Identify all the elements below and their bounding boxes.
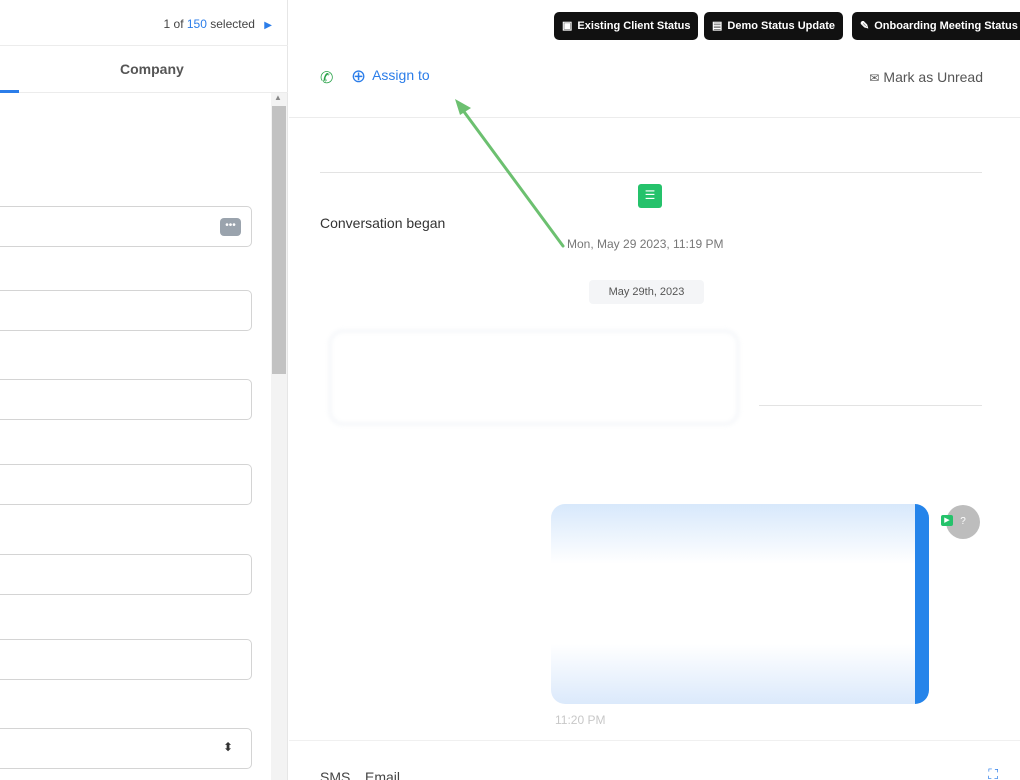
plus-circle-icon: ⊕ bbox=[351, 66, 367, 86]
contact-card-icon: ▣ bbox=[562, 20, 573, 32]
conversation-panel: ▣ Existing Client Status ▤ Demo Status Upd… bbox=[289, 0, 1020, 780]
selection-index: 1 bbox=[163, 17, 171, 31]
demo-status-update-button[interactable]: ▤ Demo Status Update bbox=[704, 12, 843, 40]
mark-as-unread-label: Mark as Unread bbox=[883, 69, 983, 85]
app-root: 1 of 150 selected ▶ Company ••• ⬍ ▲ ▣ Ex… bbox=[0, 0, 1020, 780]
selection-bar: 1 of 150 selected ▶ bbox=[0, 0, 288, 46]
id-card-icon: ▤ bbox=[712, 20, 723, 32]
selection-of: of bbox=[173, 17, 184, 31]
status-buttons-bar: ▣ Existing Client Status ▤ Demo Status Upd… bbox=[289, 0, 1020, 46]
caret-right-icon[interactable]: ▶ bbox=[264, 20, 272, 31]
message-composer: SMS Email ⛶ bbox=[289, 740, 1020, 780]
blurred-email-frame bbox=[329, 330, 739, 425]
more-options-icon[interactable]: ••• bbox=[220, 218, 241, 236]
status-button-label: Demo Status Update bbox=[727, 20, 835, 32]
envelope-icon: ✉ bbox=[869, 71, 880, 85]
divider bbox=[320, 172, 982, 173]
active-tab-indicator bbox=[0, 90, 19, 93]
conversation-began-date: Mon, May 29 2023, 11:19 PM bbox=[567, 237, 724, 251]
message-timestamp: 11:20 PM bbox=[555, 713, 606, 727]
onboarding-meeting-status-button[interactable]: ✎ Onboarding Meeting Status bbox=[852, 12, 1020, 40]
scrollbar-thumb[interactable] bbox=[272, 106, 286, 374]
form-field-3[interactable] bbox=[0, 379, 252, 420]
scroll-up-arrow-icon[interactable]: ▲ bbox=[274, 93, 282, 102]
conversation-actions-bar: ✆ ⊕ Assign to ✉ Mark as Unread bbox=[289, 46, 1020, 118]
mark-as-unread-button[interactable]: ✉ Mark as Unread bbox=[869, 69, 983, 85]
expand-icon[interactable]: ⛶ bbox=[988, 766, 998, 780]
form-field-5[interactable] bbox=[0, 554, 252, 595]
contact-details-panel: 1 of 150 selected ▶ Company ••• ⬍ ▲ bbox=[0, 0, 288, 780]
assign-to-button[interactable]: ⊕ Assign to bbox=[351, 66, 430, 87]
select-chevron-icon: ⬍ bbox=[222, 740, 233, 754]
composer-tab-sms[interactable]: SMS bbox=[320, 769, 350, 780]
details-tabs: Company bbox=[0, 47, 288, 93]
divider bbox=[759, 405, 982, 406]
sms-flag-icon: ▶ bbox=[941, 515, 953, 526]
form-select-field[interactable]: ⬍ bbox=[0, 728, 252, 769]
form-field-4[interactable] bbox=[0, 464, 252, 505]
outbound-message-bubble bbox=[551, 504, 929, 704]
blurred-email-message bbox=[309, 310, 759, 460]
existing-client-status-button[interactable]: ▣ Existing Client Status bbox=[554, 12, 699, 40]
wrench-icon: ✎ bbox=[860, 20, 870, 32]
status-button-label: Existing Client Status bbox=[577, 20, 691, 32]
selection-selected-label: selected bbox=[210, 17, 255, 31]
assign-to-label: Assign to bbox=[372, 67, 430, 83]
chat-message-icon: ☰ bbox=[638, 184, 662, 208]
form-field-6[interactable] bbox=[0, 639, 252, 680]
tab-company[interactable]: Company bbox=[120, 61, 184, 77]
conversation-began-label: Conversation began bbox=[320, 215, 446, 231]
selection-counter: 1 of 150 selected ▶ bbox=[163, 17, 272, 31]
status-button-label: Onboarding Meeting Status bbox=[874, 20, 1018, 32]
date-separator-chip: May 29th, 2023 bbox=[589, 280, 704, 304]
selection-total: 150 bbox=[186, 17, 207, 31]
composer-tab-email[interactable]: Email bbox=[365, 769, 400, 780]
phone-icon[interactable]: ✆ bbox=[320, 68, 333, 88]
form-field-2[interactable] bbox=[0, 290, 252, 331]
form-field-1[interactable]: ••• bbox=[0, 206, 252, 247]
